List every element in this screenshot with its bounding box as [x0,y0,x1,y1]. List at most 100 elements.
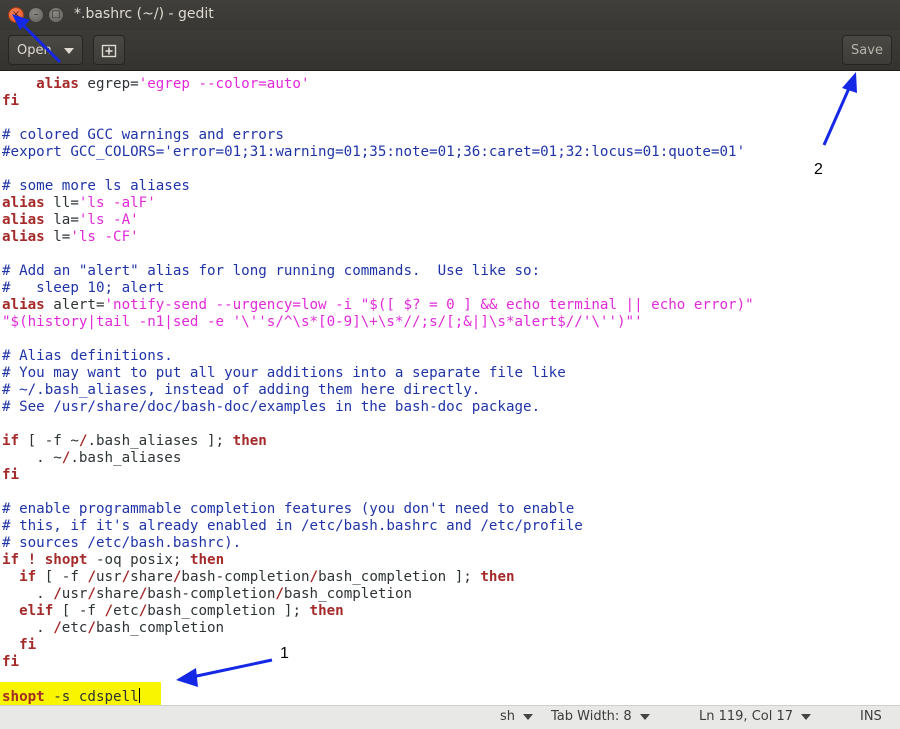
tab-width-selector[interactable]: Tab Width: 8 [551,709,650,724]
code-token: elif [19,603,54,619]
code-token: # this, if it's already enabled in /etc/… [2,518,583,534]
code-line: elif [ -f /etc/bash_completion ]; then [2,603,344,620]
save-button[interactable]: Save [842,35,892,65]
code-token: 'ls -alF' [78,195,156,211]
code-token: # sleep 10; alert [2,280,165,296]
code-token: / [138,603,148,619]
language-label: sh [500,709,516,724]
code-token: [ -f ~ [19,433,79,449]
header-bar: Open Save [0,30,900,71]
code-line: #export GCC_COLORS='error=01;31:warning=… [2,144,745,161]
minimize-window-icon[interactable]: – [28,7,44,23]
code-token: bash-completion [147,586,276,602]
code-token: # You may want to put all your additions… [2,365,566,381]
insert-mode-indicator[interactable]: INS [860,709,882,724]
code-line: if [ -f /usr/share/bash-completion/bash_… [2,569,514,586]
code-token: etc [61,620,88,636]
code-token: # enable programmable completion feature… [2,501,575,517]
new-tab-button[interactable] [93,35,125,65]
code-token: / [87,586,96,602]
code-token: 'egrep --color=auto' [138,76,310,92]
code-token: alias [2,195,45,211]
code-token: alias [36,76,79,92]
tab-width-label: Tab Width: 8 [551,709,632,724]
code-line: # See /usr/share/doc/bash-doc/examples i… [2,399,540,416]
code-token: alert= [44,297,105,313]
chevron-down-icon [64,48,74,54]
cursor-position-selector[interactable]: Ln 119, Col 17 [699,709,812,724]
code-line: # Alias definitions. [2,348,173,365]
code-token: ll= [44,195,79,211]
code-token: alias [2,229,45,245]
code-line: shopt -s cdspell [2,688,140,705]
code-token: then [232,433,267,449]
code-line: if ! shopt -oq posix; then [2,552,224,569]
code-token: "$(history|tail -n1|sed -e '\''s/^\s*[0-… [2,314,643,330]
code-token: if [2,433,20,449]
code-token: alias [2,212,45,228]
new-tab-icon [101,44,117,58]
title-bar: × – □ *.bashrc (~/) - gedit [0,0,900,30]
annotation-label-1: 1 [280,645,289,662]
cursor-position-label: Ln 119, Col 17 [699,709,794,724]
code-token: bash_completion [95,620,225,636]
chevron-down-icon [639,713,650,720]
code-token: usr [95,569,122,585]
code-line: # colored GCC warnings and errors [2,127,284,144]
code-token: # Add an "alert" alias for long running … [2,263,541,279]
code-token: [ -f [36,569,88,585]
code-token: ! [27,552,37,568]
code-line: . ~/.bash_aliases [2,450,181,467]
code-token: / [53,586,62,602]
code-token: if [2,552,20,568]
code-token: etc [113,603,139,619]
code-line: # sources /etc/bash.bashrc). [2,535,241,552]
maximize-window-icon[interactable]: □ [48,7,64,23]
code-token: -oq posix; [87,552,190,568]
code-token: #export GCC_COLORS='error=01;31:warning=… [2,144,746,160]
code-token: # colored GCC warnings and errors [2,127,284,143]
code-token: fi [2,654,20,670]
insert-mode-label: INS [860,709,882,724]
code-token: alias [2,297,45,313]
code-token: . ~ [2,450,62,466]
code-token: shopt [44,552,88,568]
text-cursor [138,688,140,703]
code-line: alias l='ls -CF' [2,229,139,246]
text-editor-area[interactable]: alias egrep='egrep --color=auto' fi # colo… [0,71,900,705]
code-line: "$(history|tail -n1|sed -e '\''s/^\s*[0-… [2,314,643,331]
code-token: share [130,569,173,585]
code-token: # See /usr/share/doc/bash-doc/examples i… [2,399,541,415]
code-token: fi [2,467,20,483]
code-token: bash-completion [181,569,310,585]
open-button-label: Open [17,42,52,58]
code-token: l= [44,229,71,245]
code-line: fi [2,467,19,484]
annotation-label-2: 2 [814,161,823,178]
code-line: fi [2,637,36,654]
code-line: fi [2,93,19,110]
close-window-icon[interactable]: × [8,7,24,23]
code-token: egrep= [78,76,139,92]
code-token: / [121,569,131,585]
language-selector[interactable]: sh [500,709,534,724]
code-line: if [ -f ~/.bash_aliases ]; then [2,433,267,450]
code-token: / [87,569,96,585]
code-line: alias alert='notify-send --urgency=low -… [2,297,754,314]
chevron-down-icon [801,713,812,720]
code-token: # Alias definitions. [2,348,173,364]
code-token: / [87,620,96,636]
code-token: then [189,552,225,568]
code-token: / [275,586,284,602]
code-line: # some more ls aliases [2,178,190,195]
code-line: . /etc/bash_completion [2,620,224,637]
code-line: # sleep 10; alert [2,280,164,297]
open-button[interactable]: Open [8,35,83,65]
code-line: # enable programmable completion feature… [2,501,574,518]
